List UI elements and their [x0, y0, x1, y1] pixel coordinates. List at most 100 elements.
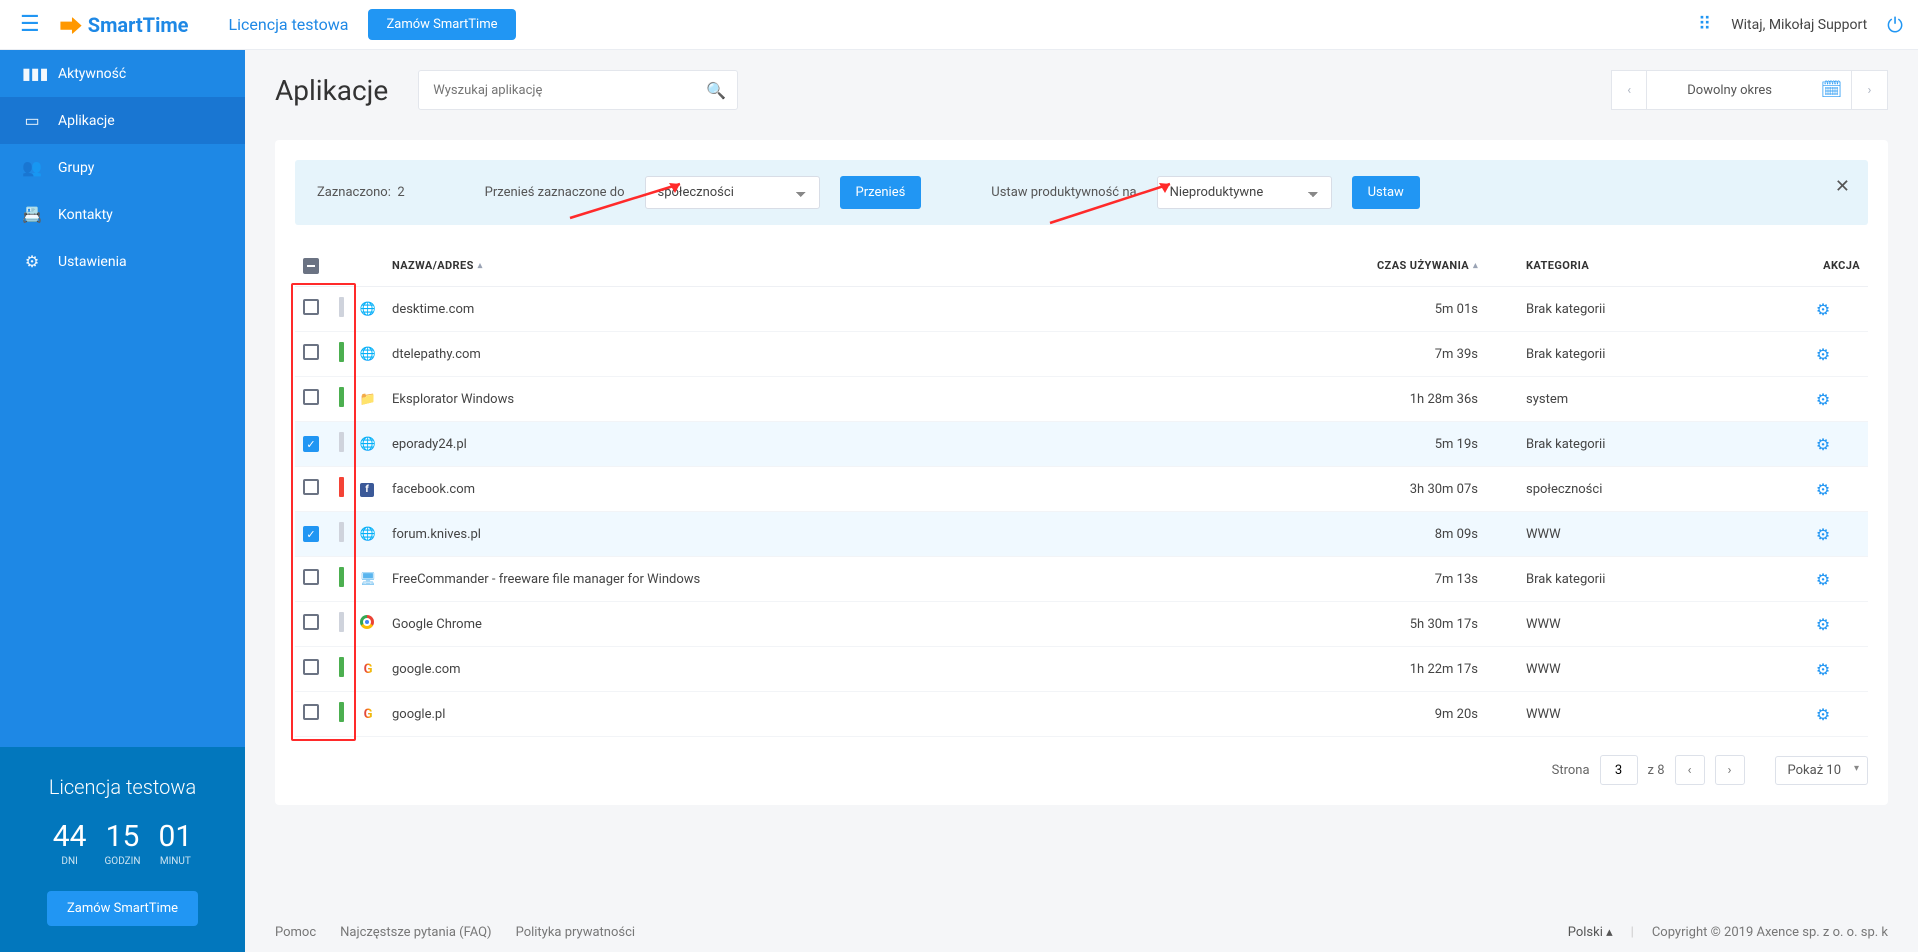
row-action-gear-icon[interactable]: ⚙	[1816, 525, 1830, 544]
table-row: ✓ 🌐 eporady24.pl 5m 19s Brak kategorii ⚙	[295, 422, 1868, 467]
productivity-select[interactable]: Nieproduktywne	[1157, 176, 1332, 209]
sidebar-item-ustawienia[interactable]: ⚙Ustawienia	[0, 238, 245, 285]
row-checkbox[interactable]	[303, 569, 319, 585]
app-name[interactable]: desktime.com	[384, 287, 1318, 332]
page-prev-button[interactable]: ‹	[1675, 755, 1705, 785]
sidebar-item-kontakty[interactable]: 📇Kontakty	[0, 191, 245, 238]
app-name[interactable]: eporady24.pl	[384, 422, 1318, 467]
move-button[interactable]: Przenieś	[840, 176, 922, 209]
move-category-select[interactable]: społeczności	[645, 176, 820, 209]
table-row: 🌐 dtelepathy.com 7m 39s Brak kategorii ⚙	[295, 332, 1868, 377]
productivity-bar	[339, 432, 344, 452]
close-icon[interactable]: ✕	[1835, 176, 1850, 197]
order-button-top[interactable]: Zamów SmartTime	[368, 9, 515, 40]
menu-toggle-icon[interactable]: ☰	[15, 7, 45, 42]
sidebar-nav: ▮▮▮Aktywność▭Aplikacje👥Grupy📇Kontakty⚙Us…	[0, 50, 245, 285]
row-action-gear-icon[interactable]: ⚙	[1816, 660, 1830, 679]
select-all-checkbox[interactable]	[303, 258, 319, 274]
row-checkbox[interactable]	[303, 389, 319, 405]
page-title: Aplikacje	[275, 74, 388, 107]
app-name[interactable]: forum.knives.pl	[384, 512, 1318, 557]
productivity-bar	[339, 522, 344, 542]
productivity-bar	[339, 657, 344, 677]
usage-time: 5m 01s	[1318, 287, 1518, 332]
row-checkbox[interactable]	[303, 299, 319, 315]
google-icon: G	[360, 706, 376, 722]
period-prev-button[interactable]: ‹	[1611, 70, 1647, 110]
sidebar-item-aktywność[interactable]: ▮▮▮Aktywność	[0, 50, 245, 97]
monitor-icon: 🖥	[360, 571, 376, 587]
usage-time: 3h 30m 07s	[1318, 467, 1518, 512]
search-icon[interactable]: 🔍	[706, 81, 726, 100]
col-time[interactable]: CZAS UŻYWANIA	[1318, 245, 1518, 287]
row-checkbox[interactable]: ✓	[303, 436, 319, 452]
category: Brak kategorii	[1518, 287, 1778, 332]
app-name[interactable]: FreeCommander - freeware file manager fo…	[384, 557, 1318, 602]
license-title: Licencja testowa	[20, 775, 225, 799]
row-action-gear-icon[interactable]: ⚙	[1816, 705, 1830, 724]
productivity-bar	[339, 342, 344, 362]
table-row: Google Chrome 5h 30m 17s WWW ⚙	[295, 602, 1868, 647]
row-action-gear-icon[interactable]: ⚙	[1816, 480, 1830, 499]
productivity-bar	[339, 477, 344, 497]
app-name[interactable]: Eksplorator Windows	[384, 377, 1318, 422]
page-size-select[interactable]: Pokaż 10	[1775, 756, 1868, 785]
sidebar-item-aplikacje[interactable]: ▭Aplikacje	[0, 97, 245, 144]
order-button-side[interactable]: Zamów SmartTime	[47, 891, 198, 926]
row-checkbox[interactable]	[303, 659, 319, 675]
footer-link[interactable]: Polityka prywatności	[516, 925, 635, 940]
folder-icon: 📁	[360, 391, 376, 407]
productivity-bar	[339, 567, 344, 587]
main: Aplikacje 🔍 ‹ Dowolny okres 🗓 › Zaznaczo…	[245, 50, 1918, 912]
sidebar: ▮▮▮Aktywność▭Aplikacje👥Grupy📇Kontakty⚙Us…	[0, 50, 245, 952]
row-checkbox[interactable]	[303, 344, 319, 360]
language-select[interactable]: Polski ▴	[1568, 925, 1613, 940]
usage-time: 1h 22m 17s	[1318, 647, 1518, 692]
globe-icon: 🌐	[360, 346, 376, 362]
category: WWW	[1518, 512, 1778, 557]
power-icon[interactable]: ⏻	[1887, 13, 1903, 37]
move-label: Przenieś zaznaczone do	[485, 185, 625, 200]
globe-icon: 🌐	[360, 301, 376, 317]
row-action-gear-icon[interactable]: ⚙	[1816, 435, 1830, 454]
google-icon: G	[360, 661, 376, 677]
calendar-icon[interactable]: 🗓	[1812, 70, 1852, 110]
category: Brak kategorii	[1518, 332, 1778, 377]
page-next-button[interactable]: ›	[1715, 755, 1745, 785]
footer-link[interactable]: Najczęstsze pytania (FAQ)	[340, 925, 491, 940]
logo[interactable]: ⮕ SmartTime	[60, 9, 189, 41]
row-action-gear-icon[interactable]: ⚙	[1816, 570, 1830, 589]
row-checkbox[interactable]	[303, 479, 319, 495]
table-row: 🌐 desktime.com 5m 01s Brak kategorii ⚙	[295, 287, 1868, 332]
row-checkbox[interactable]	[303, 614, 319, 630]
col-name[interactable]: NAZWA/ADRES	[384, 245, 1318, 287]
usage-time: 5h 30m 17s	[1318, 602, 1518, 647]
period-next-button[interactable]: ›	[1852, 70, 1888, 110]
app-name[interactable]: dtelepathy.com	[384, 332, 1318, 377]
col-category[interactable]: KATEGORIA	[1518, 245, 1778, 287]
category: WWW	[1518, 647, 1778, 692]
row-action-gear-icon[interactable]: ⚙	[1816, 345, 1830, 364]
row-action-gear-icon[interactable]: ⚙	[1816, 615, 1830, 634]
page-input[interactable]	[1600, 755, 1638, 785]
app-name[interactable]: google.com	[384, 647, 1318, 692]
topbar-right: ⠿ Witaj, Mikołaj Support ⏻	[1698, 13, 1903, 37]
category: Brak kategorii	[1518, 422, 1778, 467]
set-productivity-button[interactable]: Ustaw	[1352, 176, 1420, 209]
sidebar-item-grupy[interactable]: 👥Grupy	[0, 144, 245, 191]
app-name[interactable]: facebook.com	[384, 467, 1318, 512]
apps-grid-icon[interactable]: ⠿	[1698, 14, 1711, 35]
row-checkbox[interactable]	[303, 704, 319, 720]
search-box: 🔍	[418, 70, 738, 110]
table-row: f facebook.com 3h 30m 07s społeczności ⚙	[295, 467, 1868, 512]
row-action-gear-icon[interactable]: ⚙	[1816, 300, 1830, 319]
search-input[interactable]	[418, 70, 738, 110]
page-header: Aplikacje 🔍 ‹ Dowolny okres 🗓 ›	[245, 50, 1918, 130]
pager: Strona z 8 ‹ › Pokaż 10	[295, 755, 1868, 785]
row-action-gear-icon[interactable]: ⚙	[1816, 390, 1830, 409]
app-name[interactable]: Google Chrome	[384, 602, 1318, 647]
period-label[interactable]: Dowolny okres	[1647, 70, 1812, 110]
app-name[interactable]: google.pl	[384, 692, 1318, 737]
footer-link[interactable]: Pomoc	[275, 925, 316, 940]
row-checkbox[interactable]: ✓	[303, 526, 319, 542]
